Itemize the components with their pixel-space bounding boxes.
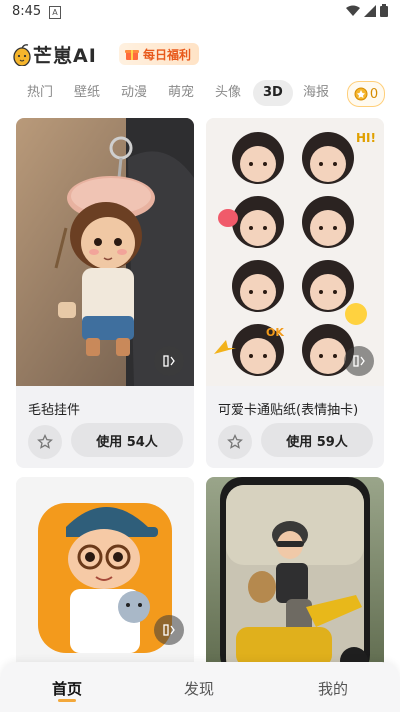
app-name: 芒崽AI <box>33 45 97 67</box>
tab-avatar[interactable]: 头像 <box>215 80 241 106</box>
template-card-felt-pendant[interactable]: 毛毡挂件 使用 54人 <box>16 118 194 468</box>
notification-icon: A <box>49 6 61 19</box>
app-header: 芒崽AI 每日福利 <box>0 36 400 72</box>
coin-balance[interactable]: 0 <box>347 81 385 107</box>
card-title: 毛毡挂件 <box>28 403 81 418</box>
preview-switch-icon[interactable] <box>154 346 184 376</box>
template-card-cartoon-stickers[interactable]: HI! OK 可爱卡通贴纸(表情抽卡) 使用 59人 <box>206 118 384 468</box>
preview-switch-icon[interactable] <box>344 346 374 376</box>
favorite-button[interactable] <box>28 425 62 459</box>
use-template-button[interactable]: 使用 54人 <box>71 423 183 457</box>
coin-icon <box>354 87 368 101</box>
mango-logo-icon <box>13 44 31 66</box>
card-title: 可爱卡通贴纸(表情抽卡) <box>218 403 359 418</box>
battery-icon <box>380 4 388 17</box>
nav-home[interactable]: 首页 <box>52 678 82 699</box>
nav-discover[interactable]: 发现 <box>184 678 214 699</box>
svg-text:HI!: HI! <box>356 131 376 145</box>
star-icon <box>227 434 243 449</box>
daily-benefit-button[interactable]: 每日福利 <box>119 43 200 65</box>
status-icons <box>346 4 388 17</box>
use-template-button[interactable]: 使用 59人 <box>261 423 373 457</box>
svg-text:OK: OK <box>266 326 284 339</box>
template-card-phone-scene[interactable] <box>206 477 384 677</box>
bottom-nav: 首页 发现 我的 <box>0 662 400 712</box>
star-icon <box>37 434 53 449</box>
tab-wallpaper[interactable]: 壁纸 <box>74 80 100 106</box>
category-tabs: 热门 壁纸 动漫 萌宠 头像 3D 海报 0 <box>0 80 400 108</box>
3d-boy-icon-image <box>16 477 194 677</box>
scooter-girl-image <box>206 477 384 677</box>
swap-icon <box>163 355 175 367</box>
tab-anime[interactable]: 动漫 <box>121 80 147 106</box>
swap-icon <box>353 355 365 367</box>
signal-icon <box>364 4 376 17</box>
coin-count: 0 <box>369 86 379 102</box>
swap-icon <box>163 624 175 636</box>
status-time: 8:45 <box>12 4 42 19</box>
daily-benefit-label: 每日福利 <box>143 47 192 62</box>
nav-active-indicator <box>58 699 76 702</box>
tab-3d[interactable]: 3D <box>253 80 293 106</box>
wifi-icon <box>346 5 360 16</box>
tab-pets[interactable]: 萌宠 <box>168 80 194 106</box>
status-bar: 8:45 A <box>0 0 400 24</box>
preview-switch-icon[interactable] <box>154 615 184 645</box>
tab-hot[interactable]: 热门 <box>27 80 53 106</box>
gift-icon <box>125 50 139 60</box>
template-card-3d-icon[interactable] <box>16 477 194 677</box>
favorite-button[interactable] <box>218 425 252 459</box>
tab-poster[interactable]: 海报 <box>303 80 329 106</box>
nav-mine[interactable]: 我的 <box>318 678 348 699</box>
